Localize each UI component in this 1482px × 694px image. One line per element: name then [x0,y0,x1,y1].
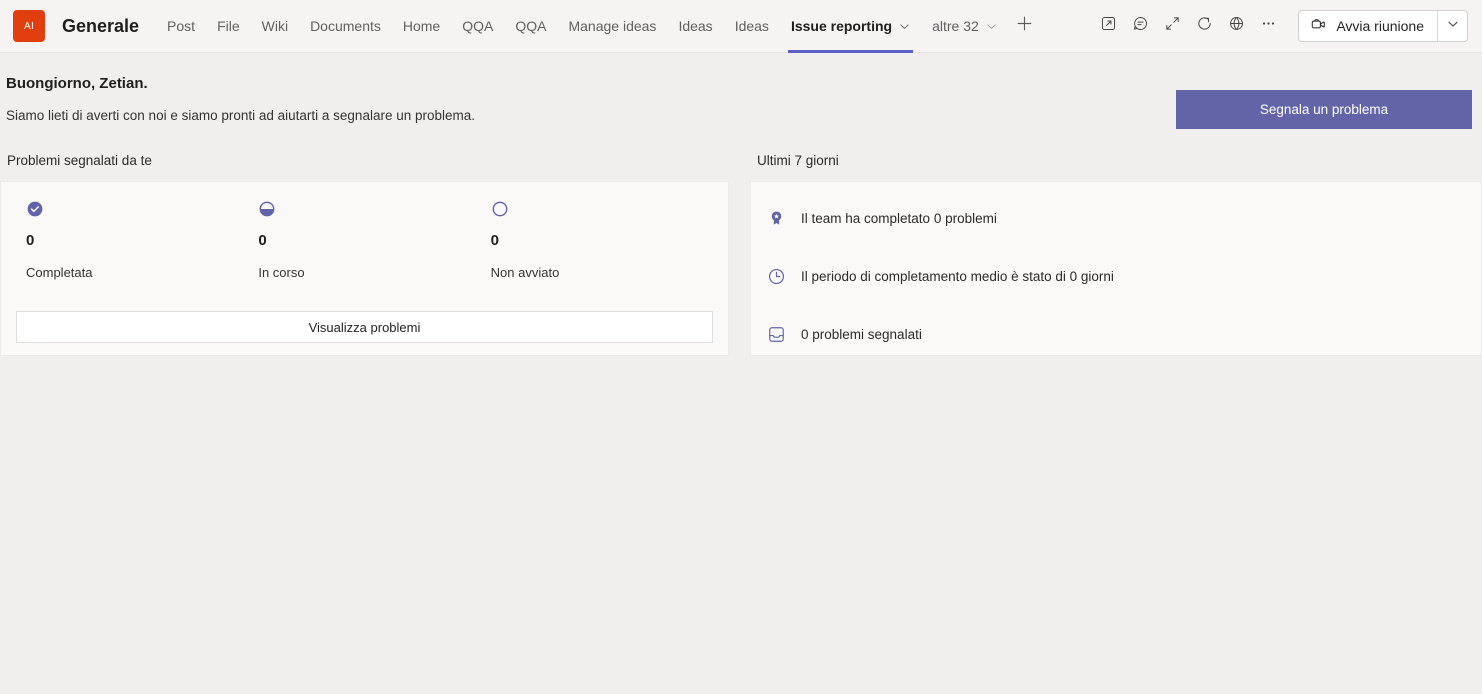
tab-label: Ideas [678,18,713,34]
tab-label: QQA [462,18,494,34]
tab-label: Manage ideas [568,18,657,34]
dashboard-panels: Problemi segnalati da te 0 Completata 0 … [0,153,1482,356]
add-tab-button[interactable] [1008,0,1042,53]
tab-manage-ideas[interactable]: Manage ideas [557,0,667,53]
stat-value: 0 [258,232,267,249]
tab-ideas-2[interactable]: Ideas [724,0,780,53]
reported-issues-heading: Problemi segnalati da te [7,153,152,168]
last-7-days-panel: Ultimi 7 giorni Il team ha completato 0 … [750,153,1482,356]
start-meeting-button[interactable]: Avvia riunione [1299,11,1437,41]
summary-item-average-time: Il periodo di completamento medio è stat… [751,247,1481,305]
award-ribbon-icon [766,208,786,228]
tab-more-tabs[interactable]: altre 32 [921,0,1008,53]
summary-item-reported: 0 problemi segnalati [751,305,1481,363]
tab-label: Documents [310,18,381,34]
tab-strip: Post File Wiki Documents Home QQA QQA Ma… [156,0,1042,53]
tab-wiki[interactable]: Wiki [251,0,299,53]
tab-qqa-2[interactable]: QQA [504,0,557,53]
tab-home[interactable]: Home [392,0,451,53]
app-logo-text: AI [23,20,35,32]
check-circle-filled-icon [16,200,248,218]
reported-issues-panel: Problemi segnalati da te 0 Completata 0 … [0,153,729,356]
chevron-down-icon[interactable] [899,21,910,32]
tab-label: Wiki [261,18,289,34]
header-action-group: Avvia riunione [1092,10,1468,42]
video-camera-icon [1310,16,1327,36]
chat-icon [1132,15,1149,37]
globe-button[interactable] [1220,10,1252,42]
more-options-button[interactable] [1252,10,1284,42]
summary-item-completed: Il team ha completato 0 problemi [751,189,1481,247]
tab-label: Issue reporting [790,18,893,34]
chat-button[interactable] [1124,10,1156,42]
app-logo: AI [13,10,45,42]
view-issues-button[interactable]: Visualizza problemi [16,311,713,343]
stat-not-started: 0 Non avviato [481,200,713,280]
stat-in-progress: 0 In corso [248,200,480,280]
stat-value: 0 [26,232,35,249]
tab-documents[interactable]: Documents [299,0,392,53]
tab-label: Home [402,18,441,34]
start-meeting-button-group: Avvia riunione [1298,10,1468,42]
open-in-new-window-button[interactable] [1092,10,1124,42]
tab-label: Post [167,18,196,34]
more-options-icon [1260,15,1277,37]
chevron-down-icon [1447,17,1459,35]
last-7-days-heading: Ultimi 7 giorni [757,153,839,168]
stat-completed: 0 Completata [16,200,248,280]
tab-issue-reporting[interactable]: Issue reporting [780,0,921,53]
stat-label: Completata [26,265,93,280]
start-meeting-dropdown-button[interactable] [1437,11,1467,41]
last-7-days-card: Il team ha completato 0 problemi Il peri… [750,181,1482,356]
plus-icon [1016,15,1033,37]
inbox-icon [766,324,786,344]
tab-qqa-1[interactable]: QQA [451,0,504,53]
app-header: AI Generale Post File Wiki Documents Hom… [0,0,1482,53]
summary-text: Il team ha completato 0 problemi [801,210,997,226]
stat-value: 0 [490,232,499,249]
tab-label: QQA [515,18,547,34]
stat-label: In corso [258,265,305,280]
clock-icon [766,266,786,286]
start-meeting-label: Avvia riunione [1336,18,1424,34]
expand-button[interactable] [1156,10,1188,42]
chevron-down-icon[interactable] [986,21,997,32]
tab-ideas-1[interactable]: Ideas [667,0,723,53]
globe-icon [1228,15,1245,37]
report-issue-button[interactable]: Segnala un problema [1176,90,1472,129]
tab-label: File [217,18,240,34]
summary-text: 0 problemi segnalati [801,326,922,342]
tab-post[interactable]: Post [156,0,206,53]
greeting-section: Buongiorno, Zetian. Siamo lieti di avert… [0,53,1482,129]
refresh-button[interactable] [1188,10,1220,42]
tab-label: Ideas [734,18,769,34]
channel-title: Generale [62,15,140,36]
tab-file[interactable]: File [206,0,251,53]
reported-issues-card: 0 Completata 0 In corso 0 Non avviato Vi… [0,181,729,356]
summary-text: Il periodo di completamento medio è stat… [801,268,1114,284]
stat-label: Non avviato [490,265,560,280]
empty-circle-icon [481,200,713,218]
status-stats-row: 0 Completata 0 In corso 0 Non avviato [16,200,713,280]
expand-icon [1164,15,1181,37]
refresh-icon [1196,15,1213,37]
half-circle-icon [248,200,480,218]
tab-label: altre 32 [932,18,979,34]
open-in-new-window-icon [1100,15,1117,37]
